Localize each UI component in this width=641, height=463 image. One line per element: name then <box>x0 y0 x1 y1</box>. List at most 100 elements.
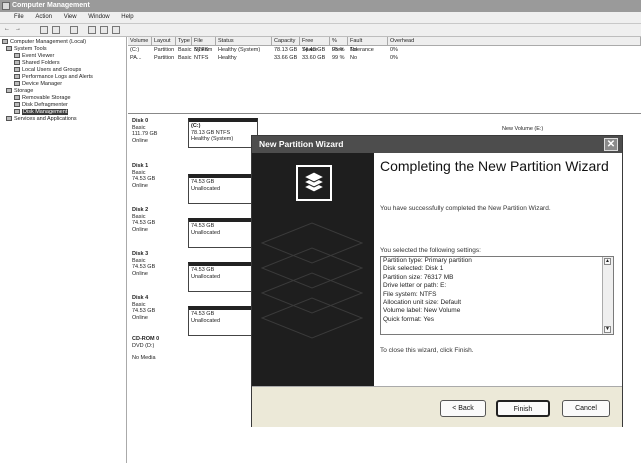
column-header-file-system[interactable]: File System <box>192 37 216 53</box>
back-arrow-icon[interactable]: ← <box>3 26 11 34</box>
app-title-bar: Computer Management <box>0 0 641 12</box>
menu-file[interactable]: File <box>14 12 24 23</box>
column-header-overhead[interactable]: Overhead <box>388 37 641 46</box>
disk-0-label[interactable]: Disk 0 Basic 111.79 GB Online <box>132 118 186 144</box>
disk-4-label[interactable]: Disk 4 Basic 74.53 GB Online <box>132 295 186 321</box>
scroll-up-icon[interactable]: ▲ <box>604 258 611 265</box>
disk-3-unallocated[interactable]: 74.53 GB Unallocated <box>188 262 258 292</box>
column-header-volume[interactable]: Volume <box>128 37 152 46</box>
wizard-settings-label: You selected the following settings: <box>380 247 481 254</box>
column-header-status[interactable]: Status <box>216 37 272 46</box>
setting-drive-letter: Drive letter or path: E: <box>383 282 447 290</box>
storage-icon <box>6 88 12 94</box>
disk-stack-icon <box>296 165 332 201</box>
setting-file-system: File system: NTFS <box>383 290 437 298</box>
disk-management-icon <box>14 109 20 115</box>
wizard-completed-text: You have successfully completed the New … <box>380 205 551 212</box>
column-header-type[interactable]: Type <box>176 37 192 46</box>
disk-3-label[interactable]: Disk 3 Basic 74.53 GB Online <box>132 251 186 277</box>
console-tree: Computer Management (Local) System Tools… <box>0 37 127 463</box>
view-icon[interactable] <box>112 26 120 34</box>
services-icon <box>6 116 12 122</box>
toolbar: ← → <box>0 24 641 37</box>
tree-storage[interactable]: Storage <box>6 88 33 95</box>
volume-row-2-status: Healthy <box>218 55 237 61</box>
setting-volume-label: Volume label: New Volume <box>383 307 461 315</box>
show-hide-tree-icon[interactable] <box>52 26 60 34</box>
properties-icon[interactable] <box>70 26 78 34</box>
tools-icon <box>6 46 12 52</box>
wizard-heading: Completing the New Partition Wizard <box>380 158 609 174</box>
settings-summary-box[interactable]: Partition type: Primary partition Disk s… <box>380 256 614 335</box>
close-icon[interactable]: ✕ <box>604 138 618 151</box>
menu-action[interactable]: Action <box>35 12 52 23</box>
help-icon[interactable] <box>88 26 96 34</box>
column-header-free-space[interactable]: Free Space <box>300 37 330 53</box>
setting-partition-type: Partition type: Primary partition <box>383 257 472 264</box>
menu-view[interactable]: View <box>64 12 77 23</box>
disk-1-unallocated[interactable]: 74.53 GB Unallocated <box>188 174 258 204</box>
setting-allocation-unit: Allocation unit size: Default <box>383 299 462 307</box>
setting-partition-size: Partition size: 76317 MB <box>383 273 454 281</box>
wizard-close-instruction: To close this wizard, click Finish. <box>380 347 474 354</box>
menu-bar: File Action View Window Help <box>0 12 641 24</box>
column-header-layout[interactable]: Layout <box>152 37 176 46</box>
cancel-button[interactable]: Cancel <box>562 400 610 417</box>
settings-scrollbar[interactable]: ▲ ▼ <box>602 257 613 334</box>
tree-services-applications[interactable]: Services and Applications <box>6 116 77 123</box>
tree-device-manager[interactable]: Device Manager <box>14 81 62 88</box>
column-header-percent-free[interactable]: % Free <box>330 37 348 53</box>
tree-shared-folders[interactable]: Shared Folders <box>14 60 60 67</box>
setting-disk-selected: Disk selected: Disk 1 <box>383 265 444 273</box>
tree-local-users-groups[interactable]: Local Users and Groups <box>14 67 81 74</box>
column-header-capacity[interactable]: Capacity <box>272 37 300 46</box>
volume-row-2-fs: NTFS <box>194 55 209 61</box>
new-partition-wizard-dialog: New Partition Wizard ✕ Completing the Ne… <box>251 135 623 427</box>
volume-row-2-layout: Partition <box>154 55 175 61</box>
volume-row-2-volume[interactable]: PA... <box>130 54 142 63</box>
users-icon <box>14 67 20 73</box>
volume-row-2-type: Basic <box>178 55 192 61</box>
up-one-level-icon[interactable] <box>40 26 48 34</box>
menu-help[interactable]: Help <box>121 12 133 23</box>
back-button[interactable]: < Back <box>440 400 486 417</box>
volume-row-2-fault: No <box>350 55 358 61</box>
wizard-content: Completing the New Partition Wizard You … <box>374 153 622 386</box>
tree-removable-storage[interactable]: Removable Storage <box>14 95 71 102</box>
wizard-title-bar[interactable]: New Partition Wizard ✕ <box>252 136 622 153</box>
volume-row-2-free: 33.60 GB <box>302 55 326 61</box>
volume-row-2-capacity: 33.66 GB <box>274 55 298 61</box>
export-list-icon[interactable] <box>100 26 108 34</box>
wizard-button-bar: < Back Finish Cancel <box>252 386 622 427</box>
tree-event-viewer[interactable]: Event Viewer <box>14 53 54 60</box>
column-header-fault-tolerance[interactable]: Fault Tolerance <box>348 37 388 53</box>
setting-quick-format: Quick format: Yes <box>383 315 434 323</box>
volume-row-2-percent: 99 % <box>332 55 345 61</box>
tree-performance-logs[interactable]: Performance Logs and Alerts <box>14 74 93 81</box>
tree-disk-management[interactable]: Disk Management <box>14 109 69 116</box>
volume-list: Volume Layout Type File System Status Ca… <box>128 37 641 114</box>
wizard-title: New Partition Wizard <box>259 139 344 149</box>
tree-disk-defragmenter[interactable]: Disk Defragmenter <box>14 102 68 109</box>
tree-computer-management[interactable]: Computer Management (Local) <box>2 39 86 46</box>
computer-icon <box>2 39 8 45</box>
tree-system-tools[interactable]: System Tools <box>6 46 47 53</box>
disk-0-new-volume-label: New Volume (E:) <box>502 126 544 132</box>
performance-icon <box>14 74 20 80</box>
scroll-down-icon[interactable]: ▼ <box>604 326 611 333</box>
removable-storage-icon <box>14 95 20 101</box>
disk-1-label[interactable]: Disk 1 Basic 74.53 GB Online <box>132 163 186 189</box>
disk-4-unallocated[interactable]: 74.53 GB Unallocated <box>188 306 258 336</box>
volume-row-2-overhead: 0% <box>390 55 398 61</box>
cdrom-0-label[interactable]: CD-ROM 0 DVD (D:) No Media <box>132 336 186 362</box>
disk-0-partition-c[interactable]: (C:) 78.13 GB NTFS Healthy (System) <box>188 118 258 148</box>
defragmenter-icon <box>14 102 20 108</box>
disk-2-unallocated[interactable]: 74.53 GB Unallocated <box>188 218 258 248</box>
forward-arrow-icon[interactable]: → <box>14 26 22 34</box>
device-manager-icon <box>14 81 20 87</box>
wizard-side-banner <box>252 153 374 386</box>
shared-folder-icon <box>14 60 20 66</box>
menu-window[interactable]: Window <box>88 12 109 23</box>
disk-2-label[interactable]: Disk 2 Basic 74.53 GB Online <box>132 207 186 233</box>
finish-button[interactable]: Finish <box>496 400 550 417</box>
